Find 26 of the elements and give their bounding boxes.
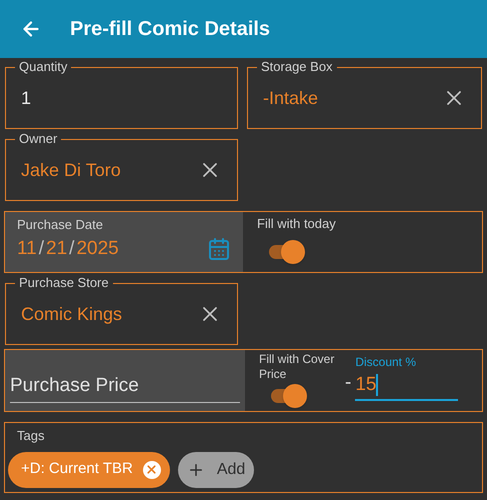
field-label: Tags [16,427,46,445]
field-value: Jake Di Toro [21,158,122,182]
toggle-label: Fill with today [257,215,336,233]
date-separator: / [69,236,74,260]
date-part: 2025 [76,236,119,260]
date-field[interactable]: Purchase Date 11/21/2025 [5,212,243,272]
field-value: Comic Kings [21,302,124,326]
field-label: Storage Box [257,59,337,75]
price-field[interactable]: Purchase Price [5,350,245,411]
field-value: -Intake [263,86,320,110]
field-label: Purchase Date [17,216,104,234]
calendar-icon[interactable] [207,236,231,261]
field-label: Quantity [15,59,72,75]
toggle-switch[interactable] [271,384,307,408]
field-label: Discount % [355,354,418,370]
date-part: 21 [46,236,68,260]
minus-sign: - [345,370,352,394]
toggle-switch[interactable] [269,240,305,264]
date-part: 11 [17,236,37,260]
discount-field[interactable]: 15 [355,370,458,401]
app-bar-title: Pre-fill Comic Details [70,17,270,42]
date-separator: / [38,236,44,260]
toggle-label: Fill with Cover Price [259,352,336,382]
add-tag-button[interactable]: Add [178,452,254,488]
remove-icon[interactable] [142,460,161,478]
field-value: 1 [21,86,32,110]
